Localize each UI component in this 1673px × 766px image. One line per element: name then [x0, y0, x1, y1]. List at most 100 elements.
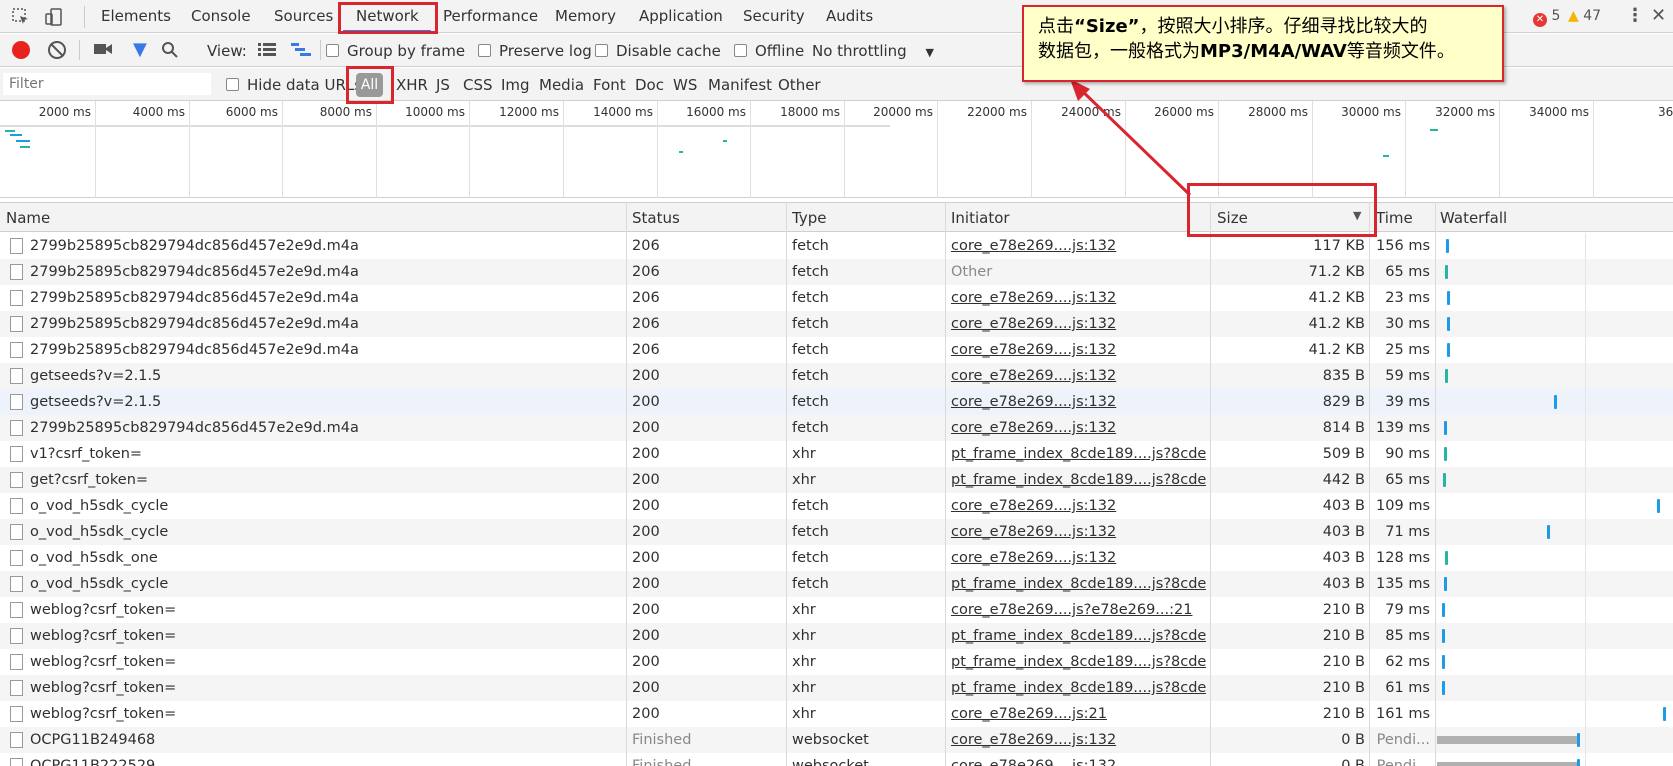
request-time: 71 ms: [1385, 524, 1430, 540]
table-row[interactable]: 2799b25895cb829794dc856d457e2e9d.m4a 206 f…: [0, 259, 1673, 285]
request-name: o_vod_h5sdk_cycle: [30, 498, 169, 514]
table-row[interactable]: weblog?csrf_token= 200 xhr pt_frame_index_8…: [0, 649, 1673, 675]
tab-memory[interactable]: Memory: [555, 7, 616, 25]
table-row[interactable]: OCPG11B249468 Finished websocket core_e78e2…: [0, 727, 1673, 753]
col-header-name[interactable]: Name: [6, 209, 50, 227]
hide-data-urls-checkbox[interactable]: Hide data URLs: [226, 76, 362, 94]
request-status: 200: [632, 472, 660, 488]
table-row[interactable]: getseeds?v=2.1.5 200 fetch core_e78e269....…: [0, 363, 1673, 389]
table-row[interactable]: 2799b25895cb829794dc856d457e2e9d.m4a 206 f…: [0, 233, 1673, 259]
filter-type-font[interactable]: Font: [593, 76, 626, 94]
overview-tick-label: 10000 ms: [405, 105, 465, 119]
waterfall-bar: [1444, 577, 1447, 591]
close-icon[interactable]: ✕: [1651, 5, 1666, 26]
filter-type-img[interactable]: Img: [501, 76, 530, 94]
overview-icon[interactable]: [291, 43, 311, 57]
request-initiator[interactable]: core_e78e269....js:132: [951, 290, 1206, 306]
col-header-status[interactable]: Status: [632, 209, 680, 227]
request-initiator[interactable]: core_e78e269....js:132: [951, 238, 1206, 254]
table-row[interactable]: v1?csrf_token= 200 xhr pt_frame_index_8cde1…: [0, 441, 1673, 467]
request-initiator[interactable]: core_e78e269....js:132: [951, 732, 1206, 748]
warning-counter[interactable]: ▲ 47: [1568, 8, 1601, 24]
request-size: 210 B: [1322, 654, 1365, 670]
throttling-select[interactable]: No throttling ▼: [812, 42, 934, 60]
record-icon[interactable]: [12, 41, 30, 59]
table-row[interactable]: 2799b25895cb829794dc856d457e2e9d.m4a 206 f…: [0, 311, 1673, 337]
col-header-waterfall[interactable]: Waterfall: [1440, 209, 1507, 227]
request-initiator[interactable]: pt_frame_index_8cde189....js?8cde18...: [951, 446, 1206, 462]
inspect-element-icon[interactable]: [11, 7, 31, 27]
request-initiator[interactable]: core_e78e269....js:132: [951, 498, 1206, 514]
group-by-frame-checkbox[interactable]: Group by frame: [326, 42, 465, 60]
tab-elements[interactable]: Elements: [101, 7, 171, 25]
request-initiator[interactable]: core_e78e269....js:132: [951, 394, 1206, 410]
filter-type-xhr[interactable]: XHR: [396, 76, 428, 94]
request-initiator[interactable]: core_e78e269....js:132: [951, 550, 1206, 566]
divider: [84, 6, 85, 28]
filter-input[interactable]: [3, 73, 211, 95]
request-initiator[interactable]: core_e78e269....js:132: [951, 758, 1206, 766]
error-counter[interactable]: ✕ 5: [1533, 8, 1560, 27]
request-initiator[interactable]: pt_frame_index_8cde189....js?8cde18...: [951, 472, 1206, 488]
table-row[interactable]: 2799b25895cb829794dc856d457e2e9d.m4a 206 f…: [0, 337, 1673, 363]
tab-console[interactable]: Console: [191, 7, 251, 25]
request-initiator[interactable]: core_e78e269....js:21: [951, 706, 1206, 722]
col-header-type[interactable]: Type: [792, 209, 826, 227]
request-initiator[interactable]: pt_frame_index_8cde189....js?8cde18...: [951, 576, 1206, 592]
table-row[interactable]: weblog?csrf_token= 200 xhr pt_frame_index_8…: [0, 675, 1673, 701]
request-initiator[interactable]: core_e78e269....js:132: [951, 316, 1206, 332]
preserve-log-checkbox[interactable]: Preserve log: [478, 42, 592, 60]
request-initiator[interactable]: core_e78e269....js?e78e269...:21: [951, 602, 1206, 618]
table-row[interactable]: weblog?csrf_token= 200 xhr core_e78e269....…: [0, 701, 1673, 727]
filter-type-other[interactable]: Other: [778, 76, 821, 94]
filter-type-media[interactable]: Media: [539, 76, 584, 94]
request-name: o_vod_h5sdk_one: [30, 550, 158, 566]
filter-icon[interactable]: ▼: [133, 39, 147, 60]
capture-screenshots-icon[interactable]: [93, 41, 113, 57]
table-row[interactable]: o_vod_h5sdk_one 200 fetch core_e78e269....j…: [0, 545, 1673, 571]
request-initiator[interactable]: core_e78e269....js:132: [951, 368, 1206, 384]
request-type: fetch: [792, 316, 829, 332]
request-status: 206: [632, 264, 660, 280]
large-rows-icon[interactable]: [258, 43, 276, 57]
request-initiator[interactable]: pt_frame_index_8cde189....js?8cde18...: [951, 680, 1206, 696]
column-divider: [626, 202, 627, 766]
filter-type-doc[interactable]: Doc: [635, 76, 664, 94]
table-row[interactable]: o_vod_h5sdk_cycle 200 fetch core_e78e269...…: [0, 519, 1673, 545]
column-divider: [1210, 202, 1211, 766]
table-row[interactable]: weblog?csrf_token= 200 xhr core_e78e269....…: [0, 597, 1673, 623]
col-header-time[interactable]: Time: [1376, 209, 1413, 227]
col-header-initiator[interactable]: Initiator: [951, 209, 1010, 227]
table-row[interactable]: o_vod_h5sdk_cycle 200 fetch pt_frame_index_…: [0, 571, 1673, 597]
request-initiator[interactable]: pt_frame_index_8cde189....js?8cde18...: [951, 628, 1206, 644]
request-status: 206: [632, 316, 660, 332]
table-row[interactable]: weblog?csrf_token= 200 xhr pt_frame_index_8…: [0, 623, 1673, 649]
tab-application[interactable]: Application: [639, 7, 723, 25]
device-toolbar-icon[interactable]: [44, 7, 64, 27]
tab-security[interactable]: Security: [743, 7, 805, 25]
disable-cache-checkbox[interactable]: Disable cache: [595, 42, 721, 60]
table-row[interactable]: 2799b25895cb829794dc856d457e2e9d.m4a 206 f…: [0, 285, 1673, 311]
filter-type-js[interactable]: JS: [436, 76, 450, 94]
request-initiator[interactable]: core_e78e269....js:132: [951, 524, 1206, 540]
tab-sources[interactable]: Sources: [274, 7, 333, 25]
table-row[interactable]: getseeds?v=2.1.5 200 fetch core_e78e269....…: [0, 389, 1673, 415]
table-row[interactable]: 2799b25895cb829794dc856d457e2e9d.m4a 200 f…: [0, 415, 1673, 441]
table-row[interactable]: OCPG11B222529 Finished websocket core_e78e2…: [0, 753, 1673, 766]
overview-tick-label: 28000 ms: [1248, 105, 1308, 119]
table-row[interactable]: get?csrf_token= 200 xhr pt_frame_index_8cde…: [0, 467, 1673, 493]
request-initiator[interactable]: core_e78e269....js:132: [951, 342, 1206, 358]
table-row[interactable]: o_vod_h5sdk_cycle 200 fetch core_e78e269...…: [0, 493, 1673, 519]
filter-type-manifest[interactable]: Manifest: [708, 76, 772, 94]
overview-tick-label: 22000 ms: [967, 105, 1027, 119]
filter-type-css[interactable]: CSS: [463, 76, 493, 94]
offline-checkbox[interactable]: Offline: [734, 42, 804, 60]
tab-performance[interactable]: Performance: [443, 7, 538, 25]
tab-audits[interactable]: Audits: [826, 7, 873, 25]
filter-type-ws[interactable]: WS: [673, 76, 697, 94]
search-icon[interactable]: [161, 41, 179, 59]
clear-icon[interactable]: [48, 41, 66, 59]
request-initiator[interactable]: core_e78e269....js:132: [951, 420, 1206, 436]
request-initiator[interactable]: pt_frame_index_8cde189....js?8cde18...: [951, 654, 1206, 670]
more-options-icon[interactable]: ⋮: [1626, 5, 1644, 26]
